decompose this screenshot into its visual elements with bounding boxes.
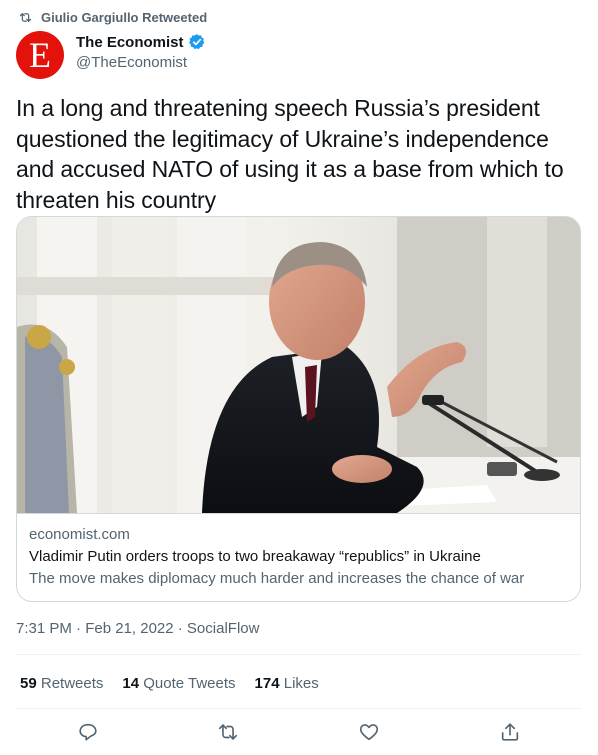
like-button[interactable] (357, 720, 381, 744)
retweets-count: 59 (20, 675, 37, 692)
likes-label: Likes (283, 675, 319, 692)
quotes-count: 14 (122, 675, 140, 692)
retweet-icon (218, 724, 238, 740)
divider (16, 708, 582, 709)
tweet-timestamp[interactable]: 7:31 PM · Feb 21, 2022 · SocialFlow (16, 620, 259, 637)
author-name[interactable]: The Economist (76, 34, 184, 51)
share-icon (501, 723, 519, 741)
card-description: The move makes diplomacy much harder and… (29, 570, 525, 587)
likes-count: 174 (254, 675, 280, 692)
link-card[interactable]: economist.com Vladimir Putin orders troo… (16, 216, 581, 602)
tweet-text: In a long and threatening speech Russia’… (16, 95, 564, 213)
avatar[interactable]: E (16, 31, 64, 79)
avatar-letter: E (29, 35, 51, 75)
retweets-label: Retweets (40, 675, 104, 692)
card-domain: economist.com (29, 526, 130, 543)
heart-icon (359, 724, 379, 741)
retweet-button[interactable] (216, 720, 240, 744)
tweet-stats: 59 Retweets 14 Quote Tweets 174 Likes (20, 675, 319, 692)
reply-button[interactable] (76, 720, 100, 744)
reply-icon (79, 723, 97, 741)
retweet-icon (19, 12, 32, 22)
quote-tweets-stat[interactable]: 14 Quote Tweets (122, 675, 235, 692)
divider (16, 654, 582, 655)
retweet-header[interactable]: Giulio Gargiullo Retweeted (18, 8, 207, 26)
author-name-row[interactable]: The Economist (76, 33, 206, 51)
card-image[interactable] (17, 217, 581, 513)
verified-badge-icon (188, 34, 204, 50)
card-title: Vladimir Putin orders troops to two brea… (29, 548, 481, 565)
card-info[interactable]: economist.com Vladimir Putin orders troo… (17, 513, 580, 601)
retweets-stat[interactable]: 59 Retweets (20, 675, 103, 692)
author-handle[interactable]: @TheEconomist (76, 54, 187, 71)
likes-stat[interactable]: 174 Likes (255, 675, 319, 692)
share-button[interactable] (498, 720, 522, 744)
retweet-label: Giulio Gargiullo Retweeted (41, 9, 208, 25)
quotes-label: Quote Tweets (143, 675, 236, 692)
